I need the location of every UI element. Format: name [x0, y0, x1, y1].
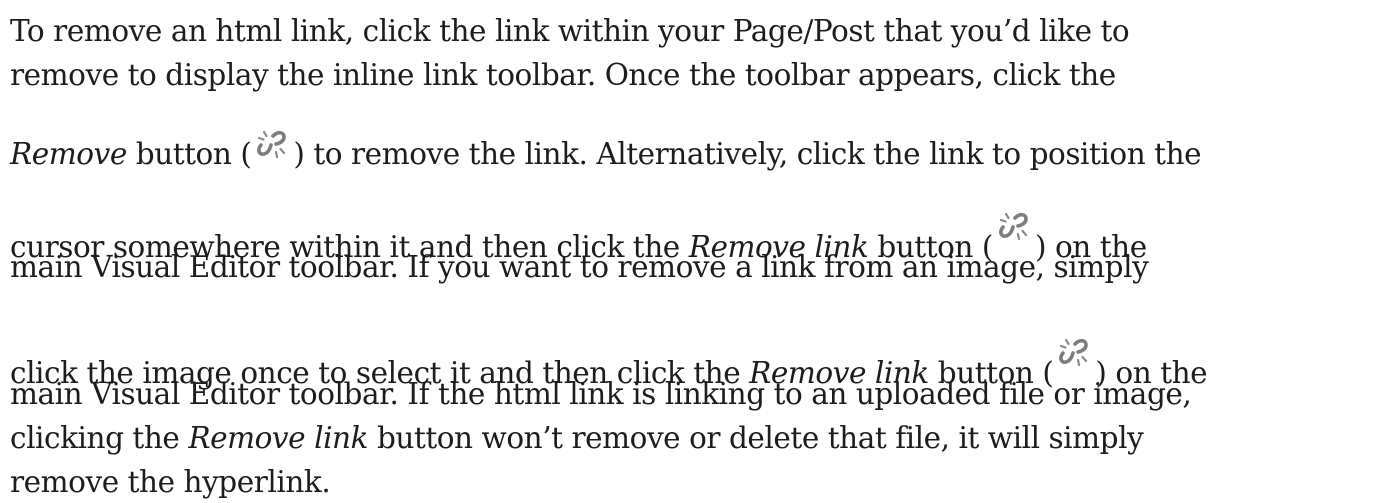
unlink-icon	[1055, 335, 1093, 375]
line-3-text-a: button (	[126, 137, 252, 171]
line-8-text-b: button won’t remove or delete that file,…	[368, 421, 1144, 455]
help-paragraph: To remove an html link, click the link w…	[0, 0, 1374, 503]
paragraph-line-3: Remove button ( ) to remove the link. Alt…	[10, 127, 1202, 171]
remove-link-term: Remove link	[188, 421, 369, 455]
paragraph-line-1: To remove an html link, click the link w…	[10, 14, 1130, 48]
paragraph-line-8: clicking the Remove link button won’t re…	[10, 421, 1144, 455]
unlink-icon	[253, 127, 291, 167]
paragraph-line-2: remove to display the inline link toolba…	[10, 58, 1116, 92]
unlink-icon	[995, 209, 1033, 249]
paragraph-line-7: main Visual Editor toolbar. If the html …	[10, 377, 1192, 411]
paragraph-line-5: main Visual Editor toolbar. If you want …	[10, 250, 1149, 284]
paragraph-line-9: remove the hyperlink.	[10, 465, 331, 499]
line-8-text-a: clicking the	[10, 421, 189, 455]
remove-button-term: Remove	[10, 137, 127, 171]
line-3-text-b: ) to remove the link. Alternatively, cli…	[293, 137, 1202, 171]
